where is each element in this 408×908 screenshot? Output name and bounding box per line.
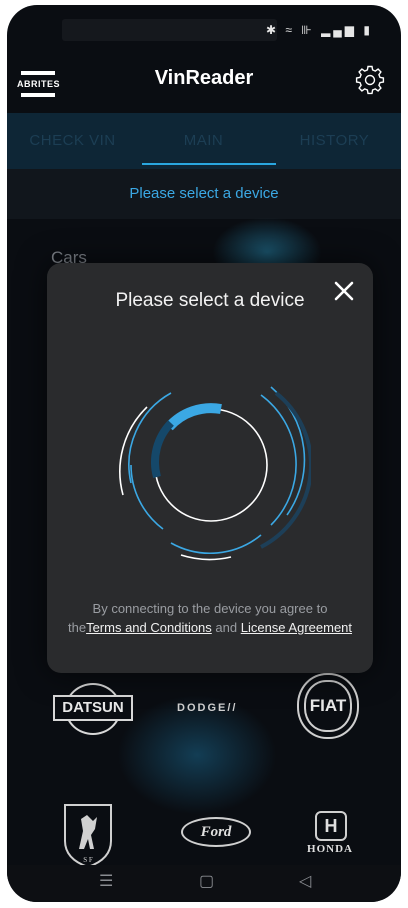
tab-check-vin[interactable]: CHECK VIN: [7, 113, 138, 169]
brand-ford[interactable]: Ford: [181, 817, 251, 847]
close-icon[interactable]: [332, 279, 356, 303]
status-bar: ✱ ≈ ⊪ ▂▄▆ ▮: [7, 5, 401, 41]
dodge-label: DODGE: [177, 702, 228, 714]
active-tab-indicator: [142, 163, 276, 165]
dialog-title: Please select a device: [115, 290, 305, 311]
tab-history[interactable]: HISTORY: [269, 113, 400, 169]
system-nav-bar: ☰ ▢ ◁: [7, 865, 401, 902]
license-link[interactable]: License Agreement: [241, 620, 352, 635]
app-title: VinReader: [154, 67, 254, 89]
loading-spinner-icon: [119, 386, 311, 561]
brand-honda[interactable]: H HONDA: [295, 811, 365, 857]
honda-label: HONDA: [307, 843, 353, 855]
status-icons: ✱ ≈ ⊪ ▂▄▆ ▮: [266, 23, 373, 37]
app-bar: ABRITES VinReader: [7, 57, 401, 109]
terms-link[interactable]: Terms and Conditions: [86, 620, 212, 635]
select-device-dialog: Please select a device By connecting to …: [47, 263, 373, 673]
brand-ferrari-shield-icon[interactable]: S F: [61, 801, 115, 869]
brand-fiat[interactable]: FIAT: [297, 673, 359, 739]
dodge-stripes-icon: //: [227, 702, 238, 714]
terms-notice: By connecting to the device you agree to…: [67, 599, 353, 637]
datsun-label: DATSUN: [53, 695, 133, 721]
tab-main[interactable]: MAIN: [138, 113, 269, 169]
ford-label: Ford: [181, 817, 251, 847]
battery-icon: ▮: [363, 23, 373, 37]
back-icon[interactable]: ◁: [299, 871, 311, 891]
brand-dodge[interactable]: DODGE//: [177, 702, 237, 714]
svg-text:S F: S F: [83, 856, 93, 864]
volte-icon: ⊪: [301, 23, 315, 37]
bluetooth-icon: ✱: [265, 23, 279, 37]
wifi-icon: ≈: [285, 23, 295, 37]
settings-gear-icon[interactable]: [355, 65, 385, 95]
signal-icon: ▂▄▆: [321, 23, 358, 37]
brand-datsun[interactable]: DATSUN: [53, 683, 133, 735]
home-icon[interactable]: ▢: [199, 871, 214, 891]
phone-screen: ✱ ≈ ⊪ ▂▄▆ ▮ ABRITES VinReader CHECK VIN …: [7, 5, 401, 902]
terms-and: and: [211, 620, 241, 635]
fiat-label: FIAT: [304, 680, 352, 732]
honda-h-icon: H: [315, 811, 347, 841]
recent-apps-icon[interactable]: ☰: [99, 871, 113, 891]
tab-bar: CHECK VIN MAIN HISTORY: [7, 113, 401, 169]
select-device-banner[interactable]: Please select a device: [7, 169, 401, 219]
camera-notch: [62, 19, 277, 41]
